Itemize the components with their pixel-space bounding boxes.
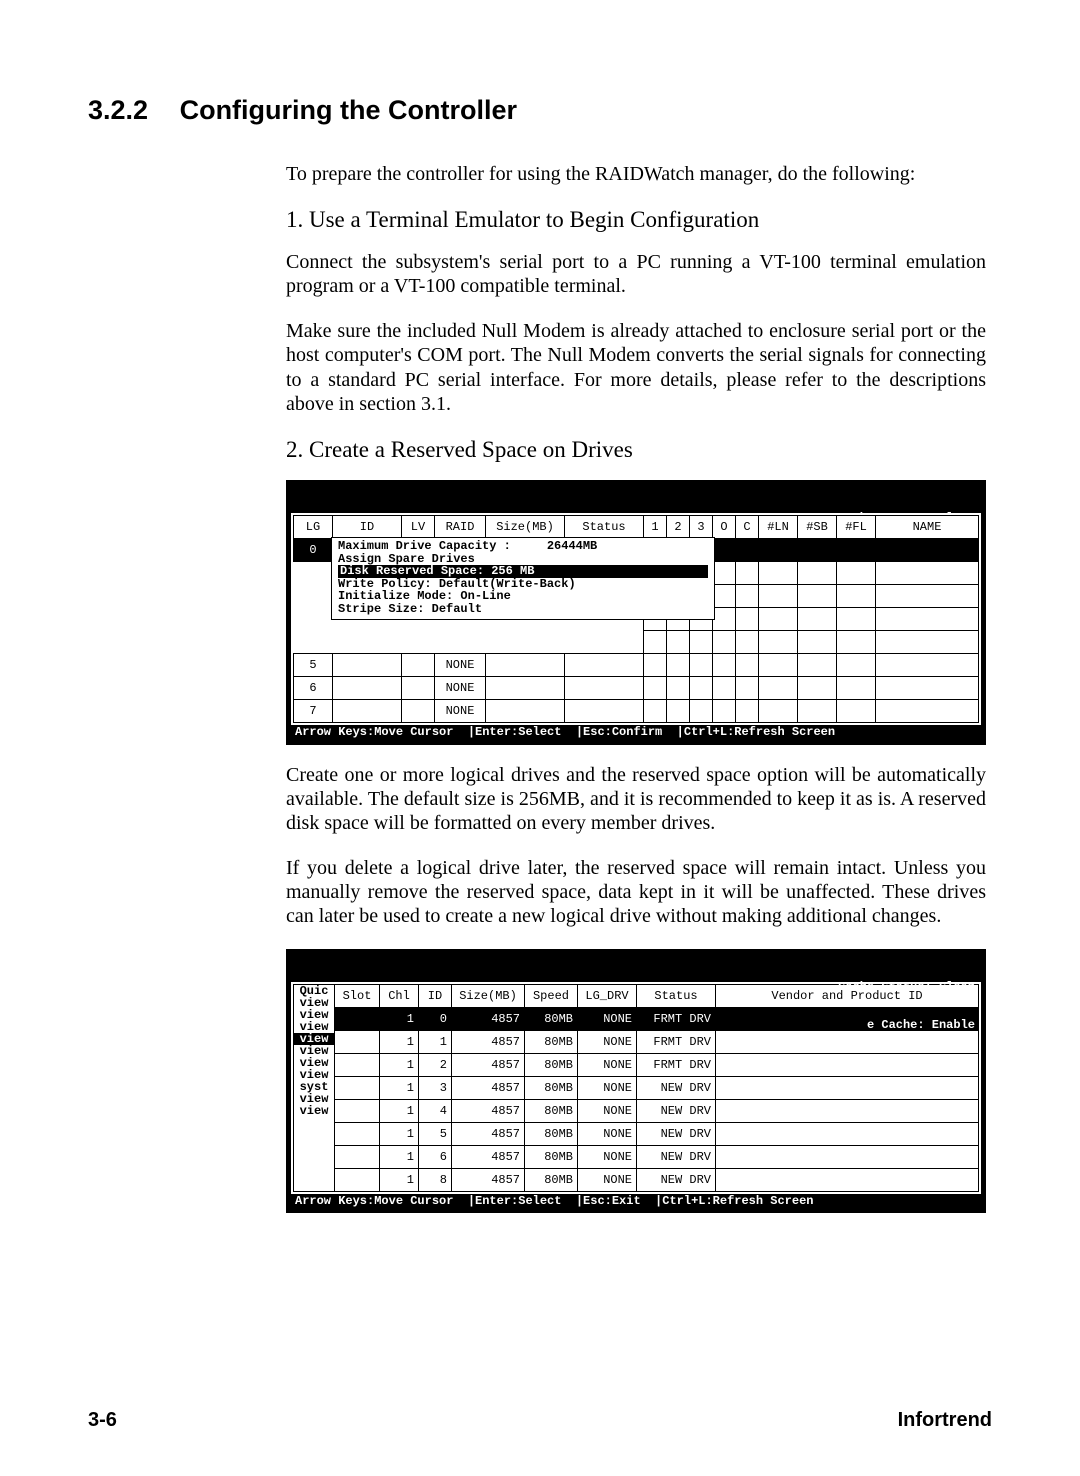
popup-line-selected[interactable]: Disk Reserved Space: 256 MB: [338, 565, 708, 578]
col-3: 3: [690, 515, 713, 538]
col-1: 1: [644, 515, 667, 538]
col-id: ID: [333, 515, 402, 538]
intro-paragraph: To prepare the controller for using the …: [286, 162, 986, 186]
brand-name: Infortrend: [898, 1409, 992, 1432]
page-footer: 3-6 Infortrend: [88, 1409, 992, 1432]
col-size: Size(MB): [452, 984, 525, 1007]
sidebar-item[interactable]: view: [294, 1105, 334, 1117]
col-raid: RAID: [435, 515, 486, 538]
popup-line: Maximum Drive Capacity : 26444MB: [338, 540, 708, 553]
table-row[interactable]: 1 6 4857 80MB NONE NEW DRV: [294, 1145, 979, 1168]
col-o: O: [713, 515, 736, 538]
cell-lg-5: 5: [294, 653, 333, 676]
section-number: 3.2.2: [88, 95, 148, 125]
col-chl: Chl: [380, 984, 419, 1007]
mid-paragraph-1: Create one or more logical drives and th…: [286, 763, 986, 836]
col-sb: #SB: [798, 515, 837, 538]
table-row: 6 NONE: [294, 676, 979, 699]
terminal-screenshot-2: Cache Status: Clean e Cache: Enable Quic…: [286, 949, 986, 1214]
col-ln: #LN: [759, 515, 798, 538]
cell-lg-7: 7: [294, 699, 333, 722]
col-size: Size(MB): [486, 515, 565, 538]
cell-raid-5: NONE: [435, 653, 486, 676]
cell-raid-7: NONE: [435, 699, 486, 722]
terminal-screenshot-1: Cache Status: Clean Write Cache: Enable …: [286, 480, 986, 745]
step-1-heading: 1. Use a Terminal Emulator to Begin Conf…: [286, 206, 986, 234]
table-row[interactable]: 1 5 4857 80MB NONE NEW DRV: [294, 1122, 979, 1145]
table-row[interactable]: 1 2 4857 80MB NONE FRMT DRV: [294, 1053, 979, 1076]
col-lg: LG: [294, 515, 333, 538]
cell-lg-0: 0: [294, 538, 333, 561]
step-2-heading: 2. Create a Reserved Space on Drives: [286, 436, 986, 464]
col-status: Status: [565, 515, 644, 538]
cell-raid-6: NONE: [435, 676, 486, 699]
popup-line: Initialize Mode: On-Line: [338, 590, 708, 603]
terminal-1-footer: Arrow Keys:Move Cursor |Enter:Select |Es…: [291, 725, 981, 740]
popup-line: Stripe Size: Default: [338, 603, 708, 616]
terminal-2-sidebar: Quic view view view view view view view …: [294, 985, 334, 1117]
cell-lg-6: 6: [294, 676, 333, 699]
terminal-2-footer: Arrow Keys:Move Cursor |Enter:Select |Es…: [291, 1194, 981, 1209]
col-status: Status: [637, 984, 716, 1007]
table-row[interactable]: 1 3 4857 80MB NONE NEW DRV: [294, 1076, 979, 1099]
table-header-row: LG ID LV RAID Size(MB) Status 1 2 3 O C …: [294, 515, 979, 538]
table-row: 7 NONE: [294, 699, 979, 722]
col-speed: Speed: [525, 984, 578, 1007]
col-lv: LV: [402, 515, 435, 538]
col-2: 2: [667, 515, 690, 538]
terminal-2-table: Quic view view view view view view view …: [293, 984, 979, 1192]
col-slot: Slot: [335, 984, 380, 1007]
step-1-paragraph-2: Make sure the included Null Modem is alr…: [286, 319, 986, 417]
step-1-paragraph-1: Connect the subsystem's serial port to a…: [286, 250, 986, 299]
col-name: NAME: [876, 515, 979, 538]
section-heading: 3.2.2 Configuring the Controller: [88, 95, 992, 126]
table-row[interactable]: 1 4 4857 80MB NONE NEW DRV: [294, 1099, 979, 1122]
table-row[interactable]: 1 1 4857 80MB NONE FRMT DRV: [294, 1030, 979, 1053]
table-row: 5 NONE: [294, 653, 979, 676]
page-number: 3-6: [88, 1409, 117, 1432]
col-fl: #FL: [837, 515, 876, 538]
col-id: ID: [419, 984, 452, 1007]
mid-paragraph-2: If you delete a logical drive later, the…: [286, 856, 986, 929]
terminal-1-popup: Maximum Drive Capacity : 26444MB Assign …: [331, 537, 715, 621]
terminal-2-status: Cache Status: Clean e Cache: Enable: [291, 954, 981, 982]
section-title: Configuring the Controller: [180, 95, 517, 125]
col-c: C: [736, 515, 759, 538]
col-lgdrv: LG_DRV: [578, 984, 637, 1007]
table-row[interactable]: 1 8 4857 80MB NONE NEW DRV: [294, 1168, 979, 1191]
terminal-1-status: Cache Status: Clean Write Cache: Enable: [291, 485, 981, 513]
